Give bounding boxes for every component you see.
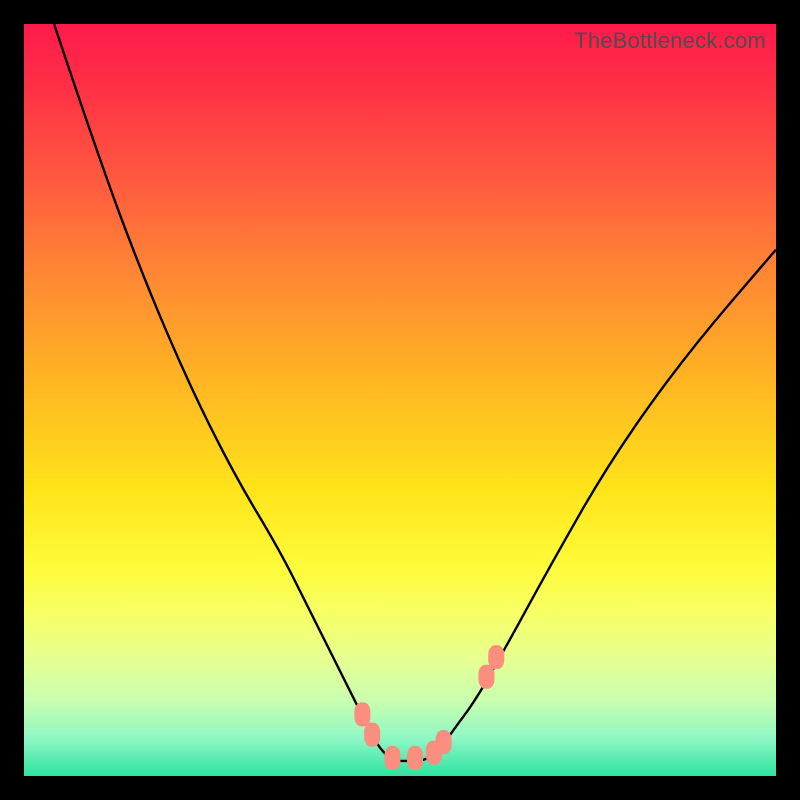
data-marker xyxy=(436,730,452,754)
data-marker xyxy=(478,665,494,689)
data-marker xyxy=(364,723,380,747)
data-marker xyxy=(354,702,370,726)
chart-frame: TheBottleneck.com xyxy=(0,0,800,800)
data-marker xyxy=(384,746,400,770)
curve-line xyxy=(54,24,776,761)
data-marker xyxy=(407,746,423,770)
curve-path xyxy=(54,24,776,761)
data-marker xyxy=(488,645,504,669)
watermark-text: TheBottleneck.com xyxy=(574,28,766,54)
marker-group xyxy=(354,645,504,770)
plot-area: TheBottleneck.com xyxy=(24,24,776,776)
chart-svg xyxy=(24,24,776,776)
